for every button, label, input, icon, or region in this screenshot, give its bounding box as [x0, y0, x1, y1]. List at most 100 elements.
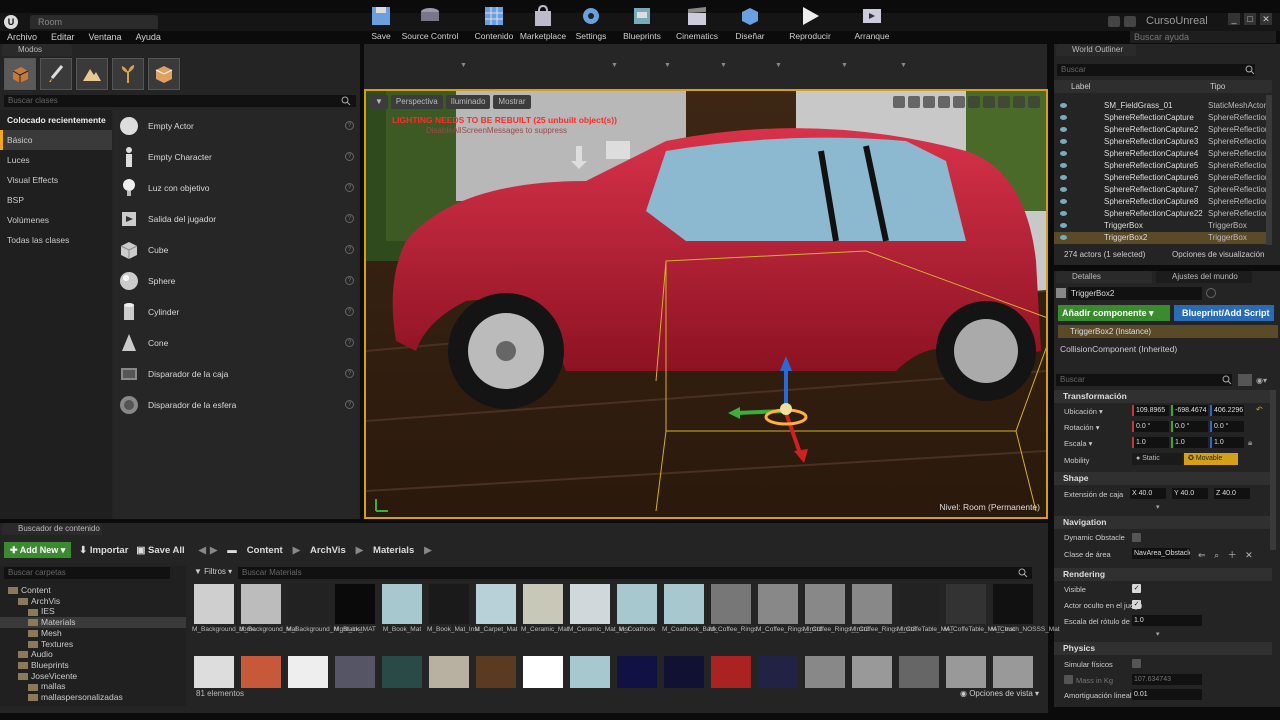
list-item[interactable]: Sphere?	[113, 265, 358, 296]
asset-tile[interactable]	[991, 654, 1035, 688]
asset-tile[interactable]	[803, 654, 847, 688]
outliner-row[interactable]: SphereReflectionCapture4 SphereReflection…	[1054, 148, 1268, 160]
marketplace-button[interactable]: Marketplace	[519, 2, 567, 44]
visibility-eye-icon[interactable]	[1060, 139, 1067, 144]
maximize-viewport-icon[interactable]	[1028, 96, 1040, 108]
class-search-input[interactable]: Buscar clases	[4, 95, 356, 107]
visibility-eye-icon[interactable]	[1060, 127, 1067, 132]
place-mode-icon[interactable]	[4, 58, 36, 90]
visibility-eye-icon[interactable]	[1060, 115, 1067, 120]
asset-search-input[interactable]: Buscar Materials	[238, 567, 1032, 579]
chevron-down-icon[interactable]: ▼	[900, 62, 907, 69]
list-item[interactable]: Empty Character?	[113, 141, 358, 172]
folder-row[interactable]: Content	[0, 585, 186, 596]
mass-override-checkbox[interactable]	[1064, 675, 1073, 684]
transform-section-header[interactable]: Transformación	[1054, 390, 1272, 403]
help-icon[interactable]: ?	[345, 245, 354, 254]
world-settings-tab[interactable]: Ajustes del mundo	[1156, 271, 1252, 283]
folder-row[interactable]: IES	[0, 606, 186, 617]
visibility-eye-icon[interactable]	[1060, 235, 1067, 240]
visibility-eye-icon[interactable]	[1060, 187, 1067, 192]
show-button[interactable]: Mostrar	[493, 95, 531, 109]
minimize-icon[interactable]: _	[1228, 13, 1240, 25]
actor-name-field[interactable]: TriggerBox2	[1068, 287, 1202, 300]
asset-tile[interactable]	[474, 654, 518, 688]
collision-component-row[interactable]: CollisionComponent (Inherited)	[1060, 344, 1177, 354]
visibility-eye-icon[interactable]	[1060, 211, 1067, 216]
asset-tile[interactable]	[333, 654, 377, 688]
outliner-row[interactable]: TriggerBox2 TriggerBox	[1054, 232, 1268, 244]
source-control-button[interactable]: Source Control	[400, 2, 460, 44]
surface-snap-icon[interactable]	[953, 96, 965, 108]
list-item[interactable]: Cube?	[113, 234, 358, 265]
asset-tile[interactable]	[944, 654, 988, 688]
asset-tile[interactable]: M_Book_Mat_Inst	[427, 582, 479, 644]
asset-tile[interactable]	[380, 654, 424, 688]
content-browser-tab[interactable]: Buscador de contenido	[2, 523, 102, 535]
asset-tile[interactable]	[709, 654, 753, 688]
add-component-button[interactable]: Añadir componente ▾	[1058, 305, 1170, 321]
perspective-button[interactable]: Perspectiva	[390, 95, 443, 109]
play-button[interactable]: Reproducir	[788, 2, 832, 44]
list-item[interactable]: Empty Actor?	[113, 110, 358, 141]
scale-icon[interactable]	[923, 96, 935, 108]
asset-tile[interactable]: M_Background_Night_Inst	[286, 582, 363, 644]
folder-row[interactable]: ArchVis	[0, 596, 186, 607]
add-new-button[interactable]: ✚ Add New ▾	[4, 542, 72, 558]
outliner-scrollbar[interactable]	[1266, 95, 1272, 245]
world-outliner-tab[interactable]: World Outliner	[1056, 44, 1136, 56]
level-viewport[interactable]: ▼ Perspectiva Iluminado Mostrar LIGHTING…	[364, 89, 1048, 519]
scale-snap-icon[interactable]	[998, 96, 1010, 108]
content-button[interactable]: Contenido	[472, 2, 516, 44]
category-bsp[interactable]: BSP	[0, 190, 112, 210]
shape-section-header[interactable]: Shape	[1054, 472, 1272, 485]
mobility-static-option[interactable]: ● Static	[1132, 453, 1182, 465]
visibility-eye-icon[interactable]	[1060, 223, 1067, 228]
mobility-movable-option[interactable]: ✪ Movable	[1184, 453, 1238, 465]
scale-y-field[interactable]: 1.0	[1171, 437, 1208, 448]
add-icon[interactable]: ＋	[1228, 550, 1237, 560]
asset-tile[interactable]: M_Book_Mat	[380, 582, 424, 644]
asset-tile[interactable]: M_Background_dome	[192, 582, 256, 644]
asset-tile[interactable]	[192, 654, 236, 688]
folder-row[interactable]: Textures	[0, 639, 186, 650]
list-item[interactable]: Disparador de la esfera?	[113, 389, 358, 420]
folder-search-input[interactable]: Buscar carpetas	[4, 567, 170, 579]
camera-speed-icon[interactable]	[1013, 96, 1025, 108]
menu-editar[interactable]: Editar	[44, 31, 82, 43]
source-control-status-icon[interactable]	[1124, 16, 1136, 27]
eye-icon[interactable]: ◉▾	[1256, 376, 1267, 385]
expand-icon[interactable]: ▾	[1156, 630, 1160, 638]
asset-tile[interactable]: M_CoffeTable_MAT	[897, 582, 954, 644]
folder-row[interactable]: Materials	[0, 617, 186, 628]
outliner-row[interactable]: SM_FieldGrass_01 StaticMeshActor	[1054, 100, 1268, 112]
grid-snap-icon[interactable]	[968, 96, 980, 108]
folder-row[interactable]: mallaspersonalizadas	[0, 692, 186, 703]
list-item[interactable]: Disparador de la caja?	[113, 358, 358, 389]
extent-x-field[interactable]: X 40.0	[1130, 488, 1166, 499]
launch-button[interactable]: Arranque	[852, 2, 892, 44]
folder-row[interactable]: JoseVicente	[0, 671, 186, 682]
chevron-down-icon[interactable]: ▼	[775, 62, 782, 69]
outliner-row[interactable]: SphereReflectionCapture22 SphereReflectio…	[1054, 208, 1268, 220]
lock-scale-icon[interactable]: 🔒︎	[1248, 438, 1252, 448]
property-matrix-icon[interactable]	[1238, 374, 1252, 386]
label-column-header[interactable]: Label	[1071, 82, 1091, 91]
help-icon[interactable]: ?	[345, 400, 354, 409]
foliage-mode-icon[interactable]	[112, 58, 144, 90]
scale-z-field[interactable]: 1.0	[1210, 437, 1244, 448]
asset-tile[interactable]	[239, 654, 283, 688]
asset-tile[interactable]	[756, 654, 800, 688]
asset-tile[interactable]: M_Carpet_Mat	[474, 582, 518, 644]
asset-tile[interactable]: M_Ceramic_Mat	[521, 582, 569, 644]
expand-icon[interactable]: ▾	[1156, 503, 1160, 511]
linear-damping-field[interactable]: 0.01	[1132, 689, 1202, 700]
visibility-eye-icon[interactable]	[1060, 199, 1067, 204]
component-instance-row[interactable]: TriggerBox2 (Instance)	[1058, 325, 1278, 338]
list-item[interactable]: Cylinder?	[113, 296, 358, 327]
modes-tab[interactable]: Modos	[2, 44, 72, 56]
lock-icon[interactable]	[1206, 288, 1216, 298]
blueprints-button[interactable]: Blueprints	[620, 2, 664, 44]
reset-to-default-icon[interactable]: ↶	[1256, 405, 1263, 414]
scale-x-field[interactable]: 1.0	[1132, 437, 1169, 448]
